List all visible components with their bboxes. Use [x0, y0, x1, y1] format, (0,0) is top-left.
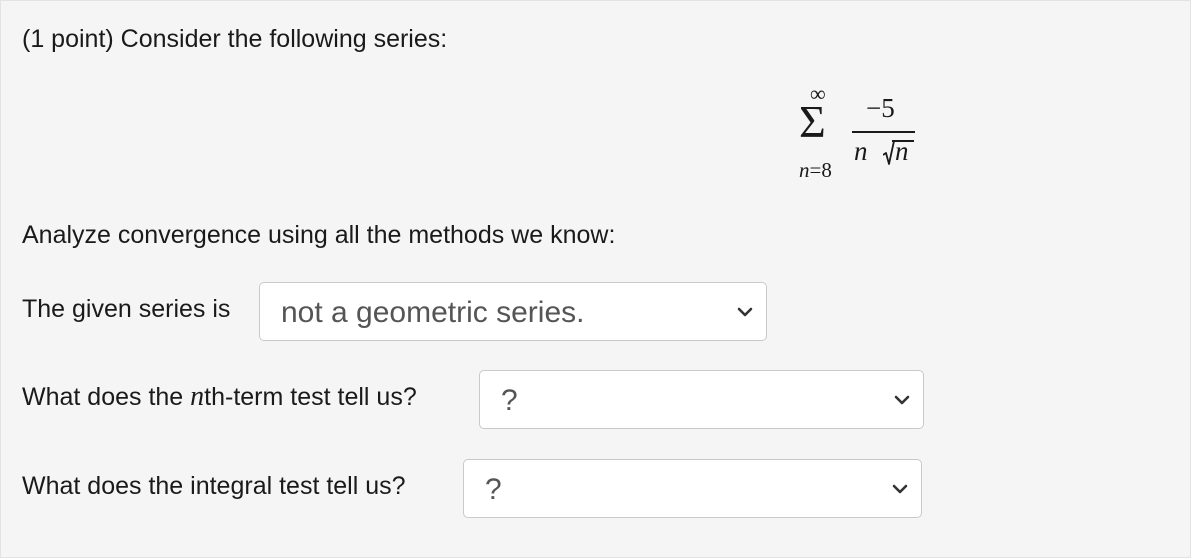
sum-index-var: n: [799, 158, 810, 182]
series-type-select[interactable]: not a geometric series.: [259, 282, 767, 341]
chevron-down-icon: [894, 395, 910, 405]
square-root-icon: [883, 140, 895, 165]
chevron-down-icon: [892, 484, 908, 494]
q2-label-pre: What does the: [22, 383, 191, 411]
sum-index-start: =8: [809, 158, 832, 182]
nth-term-test-selected: ?: [501, 384, 518, 417]
problem-panel: (1 point) Consider the following series:…: [0, 0, 1191, 558]
fraction-numerator: −5: [866, 93, 895, 123]
q2-label-var: n: [190, 381, 205, 412]
fraction-bar: [852, 131, 915, 133]
series-type-selected: not a geometric series.: [281, 296, 585, 329]
series-expression: ∞ Σ n=8 −5 n n: [796, 83, 926, 193]
analyze-instruction: Analyze convergence using all the method…: [22, 221, 616, 249]
radicand: n: [895, 136, 909, 166]
q2-label-post: th-term test tell us?: [204, 383, 417, 411]
chevron-down-icon: [737, 307, 753, 317]
integral-test-select[interactable]: ?: [463, 459, 922, 518]
integral-test-selected: ?: [485, 473, 502, 506]
sum-lower-limit: n=8: [799, 159, 832, 181]
sigma-symbol: Σ: [799, 96, 826, 147]
nth-term-test-select[interactable]: ?: [479, 370, 924, 429]
q2-label: What does the nth-term test tell us?: [22, 382, 417, 412]
denominator-coefficient: n: [854, 136, 868, 166]
q1-label: The given series is: [22, 295, 231, 323]
q3-label: What does the integral test tell us?: [22, 472, 406, 500]
problem-intro: (1 point) Consider the following series:: [22, 25, 448, 53]
